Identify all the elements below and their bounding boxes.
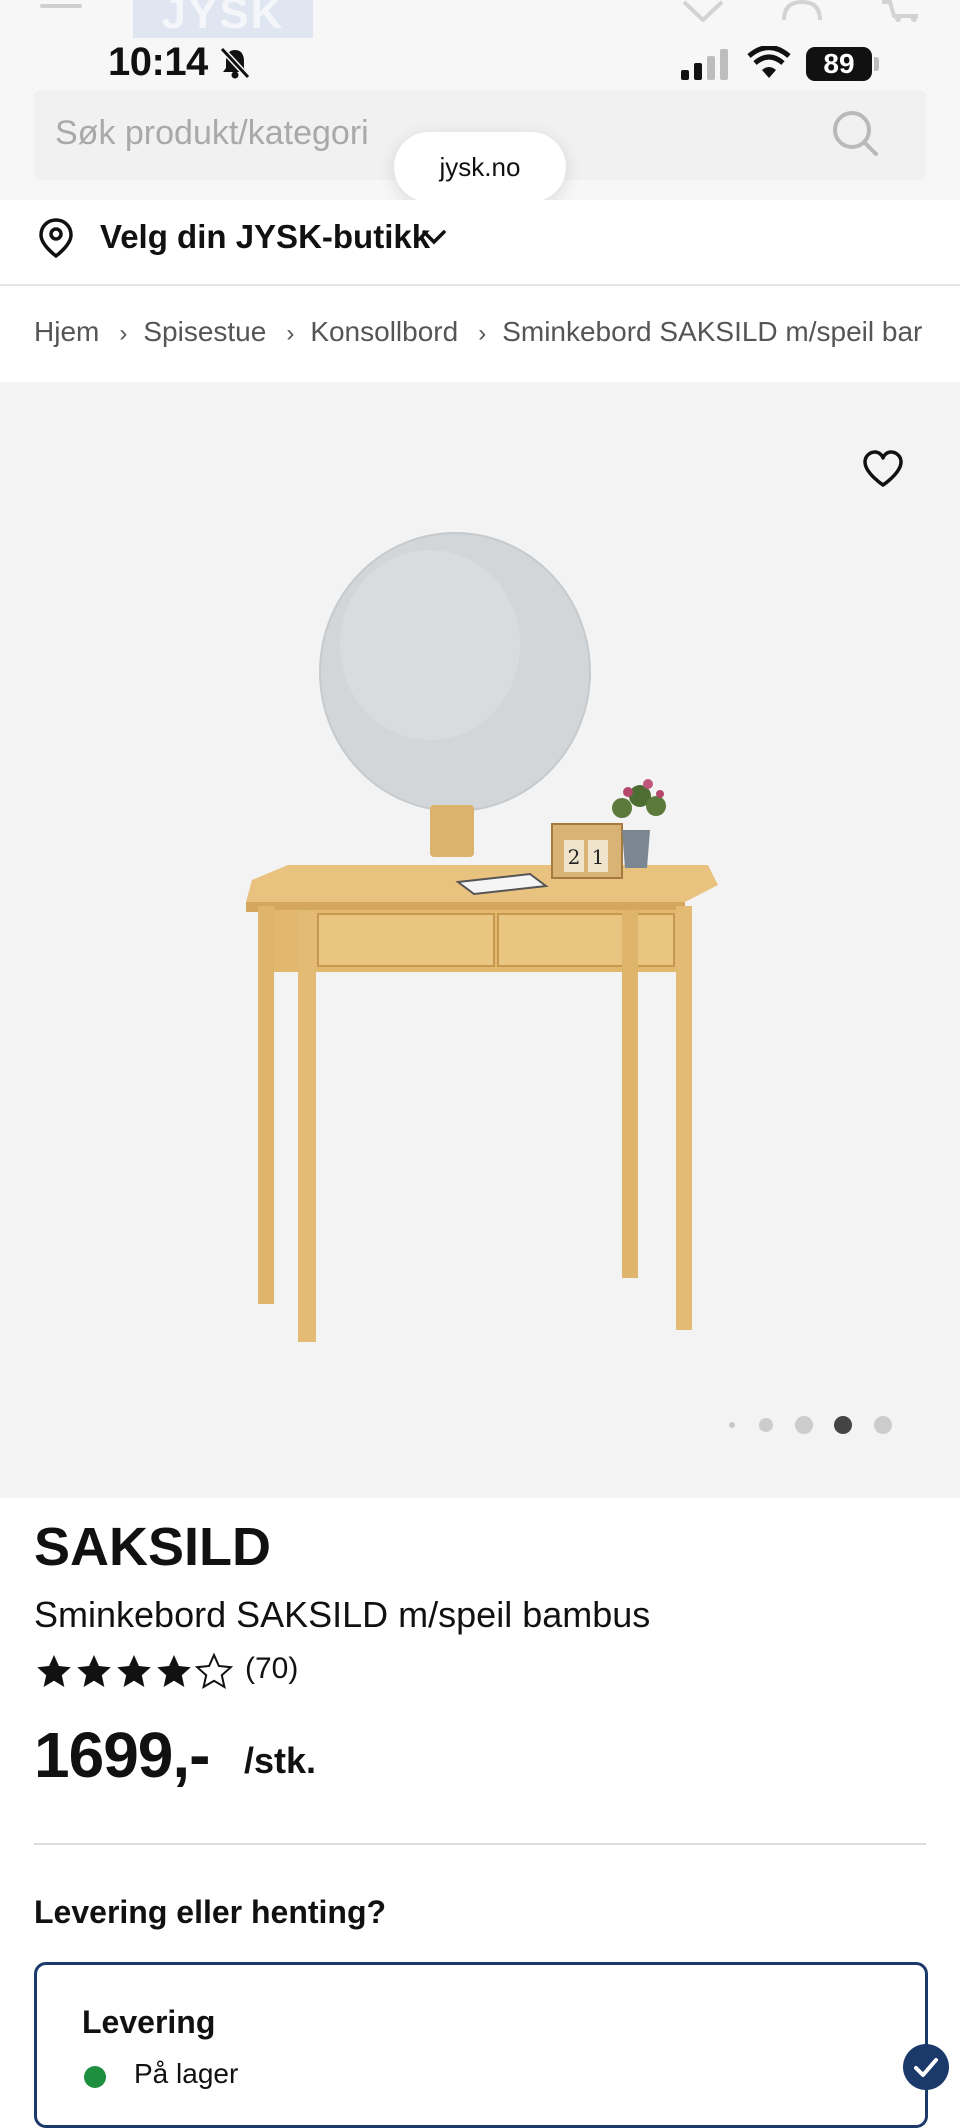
divider: [34, 1843, 926, 1845]
wifi-icon: [747, 46, 791, 78]
chevron-right-icon: ›: [286, 320, 295, 347]
status-time: 10:14: [108, 40, 208, 84]
location-pin-icon: [39, 218, 73, 258]
review-count[interactable]: (70): [245, 1652, 298, 1686]
star-filled-icon: [157, 1655, 191, 1687]
jysk-logo[interactable]: JYSK: [133, 0, 313, 38]
gallery-dot: [874, 1416, 892, 1434]
silent-bell-icon: [219, 46, 251, 80]
search-input[interactable]: Søk produkt/kategori: [55, 114, 369, 153]
search-icon[interactable]: [830, 108, 880, 158]
cellular-signal-icon: [681, 49, 728, 80]
rating-stars[interactable]: [34, 1652, 238, 1692]
product-price: 1699,-: [34, 1719, 210, 1791]
gallery-dot: [759, 1418, 773, 1432]
product-title: Sminkebord SAKSILD m/speil bambus: [34, 1594, 651, 1635]
battery-indicator: 89: [806, 47, 872, 81]
breadcrumb-konsollbord[interactable]: Konsollbord: [310, 316, 458, 348]
price-unit: /stk.: [244, 1740, 317, 1781]
browser-url-pill[interactable]: jysk.no: [394, 132, 566, 202]
gallery-pagination[interactable]: [726, 1413, 898, 1437]
star-empty-icon: [194, 1652, 234, 1690]
gallery-dot-active: [834, 1416, 852, 1434]
breadcrumb-spisestue[interactable]: Spisestue: [143, 316, 266, 348]
breadcrumb-home[interactable]: Hjem: [34, 316, 99, 348]
chevron-down-icon[interactable]: [420, 228, 448, 248]
star-filled-icon: [117, 1655, 151, 1687]
cart-icon[interactable]: [880, 0, 924, 22]
product-brand: SAKSILD: [34, 1517, 272, 1577]
svg-text:2: 2: [568, 845, 581, 869]
breadcrumb-current: Sminkebord SAKSILD m/speil bar: [502, 316, 923, 347]
chevron-right-icon: ›: [478, 320, 487, 347]
delivery-option-card[interactable]: [34, 1962, 928, 2128]
svg-text:1: 1: [592, 845, 605, 869]
menu-icon[interactable]: [40, 4, 82, 8]
account-icon[interactable]: [780, 0, 824, 22]
star-filled-icon: [37, 1655, 71, 1687]
stock-status: På lager: [134, 2058, 239, 2089]
selected-check-icon: [903, 2044, 949, 2090]
favorite-heart-icon[interactable]: [862, 450, 904, 488]
wishlist-icon[interactable]: [680, 0, 726, 22]
product-image[interactable]: 2 1: [230, 530, 730, 1350]
chevron-right-icon: ›: [119, 320, 128, 347]
breadcrumb: Hjem › Spisestue › Konsollbord › Sminkebord SA…: [34, 316, 960, 348]
gallery-dot: [729, 1422, 735, 1428]
battery-cap: [874, 57, 879, 71]
star-filled-icon: [77, 1655, 111, 1687]
store-selector-label[interactable]: Velg din JYSK-butikk: [100, 218, 430, 256]
gallery-dot: [795, 1416, 813, 1434]
delivery-heading: Levering eller henting?: [34, 1894, 387, 1930]
delivery-option-title: Levering: [82, 2004, 216, 2040]
in-stock-indicator: [84, 2066, 106, 2088]
